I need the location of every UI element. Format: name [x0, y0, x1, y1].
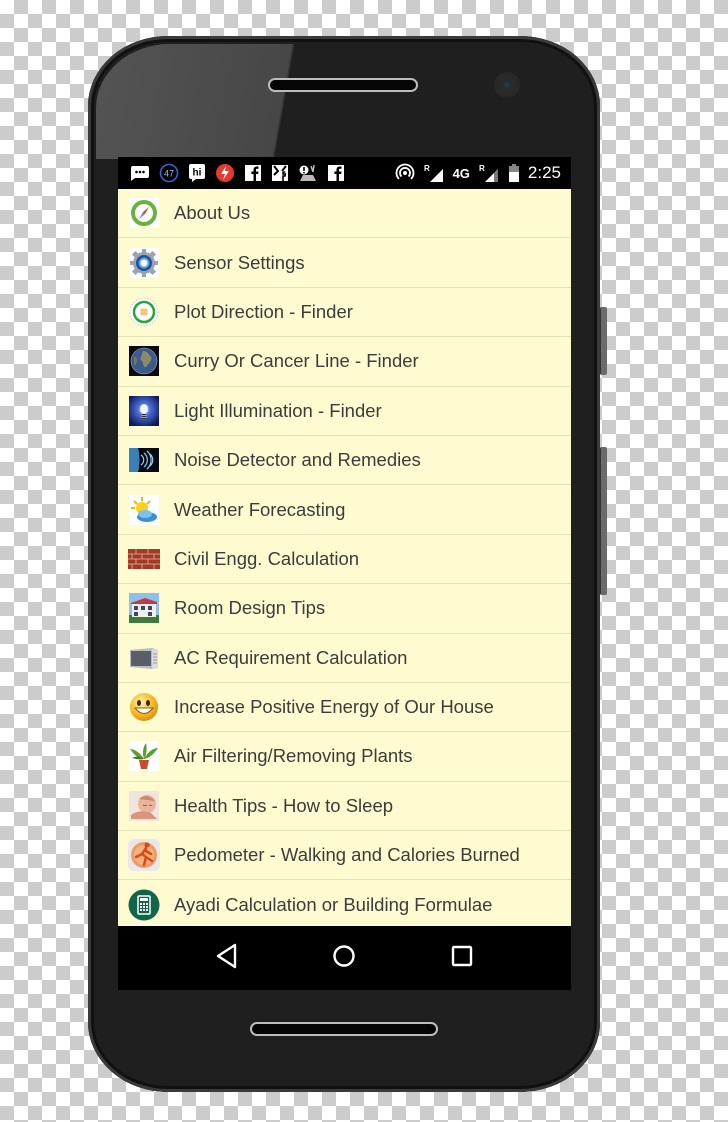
menu-item-label: Increase Positive Energy of Our House: [174, 696, 494, 718]
glass-reflection: [96, 44, 356, 159]
direction-dial-icon: [128, 296, 160, 328]
chat-bubble-icon: [130, 165, 150, 181]
menu-item-label: Air Filtering/Removing Plants: [174, 745, 413, 767]
sleeping-baby-icon: [128, 790, 160, 822]
menu-item-label: Light Illumination - Finder: [174, 399, 382, 421]
power-button[interactable]: [600, 447, 607, 595]
menu-item-label: Civil Engg. Calculation: [174, 547, 360, 569]
menu-item-label: Plot Direction - Finder: [174, 300, 353, 322]
smiley-icon: [128, 691, 160, 723]
compass-icon: [128, 197, 160, 229]
house-icon: [128, 592, 160, 624]
svg-text:hi: hi: [193, 168, 202, 179]
front-camera: [494, 72, 520, 98]
earpiece-speaker: [268, 78, 418, 92]
sound-waves-icon: [128, 444, 160, 476]
menu-item-curry-cancer-line[interactable]: Curry Or Cancer Line - Finder: [118, 337, 571, 387]
menu-item-label: Curry Or Cancer Line - Finder: [174, 350, 419, 372]
notification-icons: 47 hi: [130, 163, 345, 183]
volume-button[interactable]: [600, 307, 607, 375]
recents-icon: [451, 945, 473, 972]
badge-count: 47: [164, 169, 174, 179]
gear-icon: [128, 247, 160, 279]
menu-item-label: Pedometer - Walking and Calories Burned: [174, 844, 520, 866]
navigation-bar: [118, 926, 571, 990]
facebook-icon: [244, 164, 262, 182]
menu-item-sensor-settings[interactable]: Sensor Settings: [118, 238, 571, 288]
menu-item-civil-engg[interactable]: Civil Engg. Calculation: [118, 535, 571, 585]
home-icon: [332, 944, 356, 973]
light-bulb-icon: [128, 395, 160, 427]
signal-roaming-icon-2: R: [478, 163, 500, 183]
menu-item-ac-requirement[interactable]: AC Requirement Calculation: [118, 634, 571, 683]
menu-item-ayadi-calculation[interactable]: Ayadi Calculation or Building Formulae: [118, 880, 571, 926]
air-conditioner-icon: [128, 642, 160, 674]
back-icon: [215, 943, 239, 974]
brick-wall-icon: [128, 543, 160, 575]
menu-item-label: Weather Forecasting: [174, 498, 346, 520]
menu-item-light-illumination[interactable]: Light Illumination - Finder: [118, 387, 571, 436]
hotspot-icon: [395, 163, 415, 183]
menu-item-plot-direction[interactable]: Plot Direction - Finder: [118, 288, 571, 338]
facebook-icon: [327, 164, 345, 182]
flash-app-icon: [215, 163, 235, 183]
status-bar: 47 hi R 4G R 2:25: [118, 157, 571, 189]
sun-cloud-icon: [128, 494, 160, 526]
recents-button[interactable]: [442, 938, 482, 978]
menu-item-label: Noise Detector and Remedies: [174, 449, 421, 471]
badge-count-icon: 47: [159, 163, 179, 183]
menu-item-label: Room Design Tips: [174, 597, 326, 619]
menu-item-weather-forecasting[interactable]: Weather Forecasting: [118, 485, 571, 535]
hike-app-icon: hi: [188, 163, 206, 183]
menu-list: About Us Sensor Settings Plot Direction …: [118, 189, 571, 926]
signal-roaming-icon: R: [423, 163, 445, 183]
app-notification-icon: [298, 164, 318, 182]
menu-item-positive-energy[interactable]: Increase Positive Energy of Our House: [118, 683, 571, 733]
menu-item-noise-detector[interactable]: Noise Detector and Remedies: [118, 436, 571, 486]
menu-item-pedometer[interactable]: Pedometer - Walking and Calories Burned: [118, 831, 571, 881]
home-button[interactable]: [324, 938, 364, 978]
bottom-speaker: [250, 1022, 438, 1036]
svg-text:R: R: [479, 164, 485, 173]
calculator-icon: [128, 889, 160, 921]
menu-item-label: AC Requirement Calculation: [174, 646, 408, 668]
menu-item-health-tips[interactable]: Health Tips - How to Sleep: [118, 782, 571, 832]
menu-item-air-filtering-plants[interactable]: Air Filtering/Removing Plants: [118, 732, 571, 782]
back-button[interactable]: [207, 938, 247, 978]
menu-item-label: Sensor Settings: [174, 251, 305, 273]
screen: 47 hi R 4G R 2:25 About Us Sensor Settin…: [118, 157, 571, 990]
menu-item-label: About Us: [174, 202, 251, 224]
svg-text:R: R: [424, 164, 430, 173]
menu-item-about-us[interactable]: About Us: [118, 189, 571, 239]
clock: 2:25: [527, 163, 561, 182]
battery-icon: [508, 163, 520, 183]
menu-item-label: Health Tips - How to Sleep: [174, 794, 394, 816]
runner-icon: [128, 839, 160, 872]
potted-plant-icon: [128, 740, 160, 772]
menu-item-label: Ayadi Calculation or Building Formulae: [174, 894, 493, 916]
globe-icon: [128, 345, 160, 377]
menu-item-room-design[interactable]: Room Design Tips: [118, 584, 571, 634]
facebook-messenger-icon: [271, 164, 289, 182]
network-type: 4G: [452, 165, 470, 181]
system-status-icons: R 4G R 2:25: [395, 163, 561, 183]
